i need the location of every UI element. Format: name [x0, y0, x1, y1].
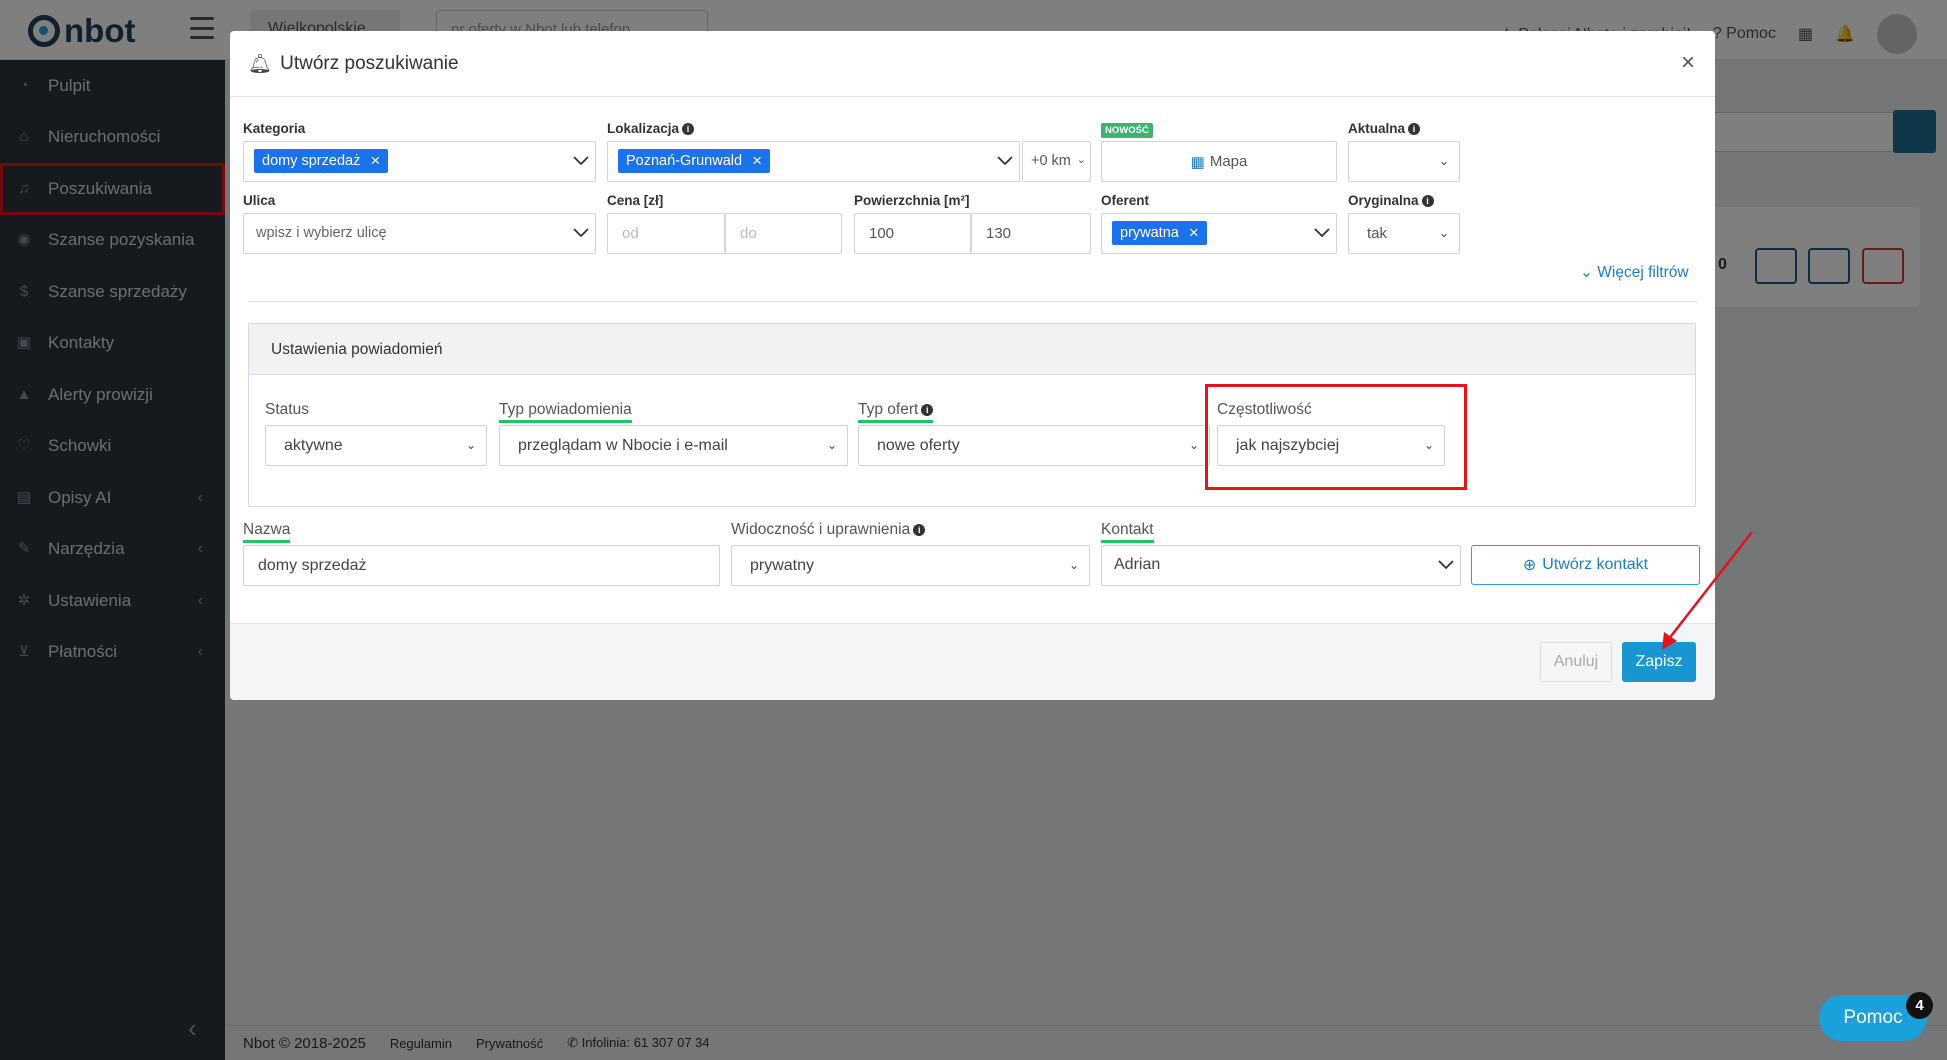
annotation-arrow	[1662, 531, 1753, 650]
help-notification-badge: 4	[1906, 992, 1933, 1019]
